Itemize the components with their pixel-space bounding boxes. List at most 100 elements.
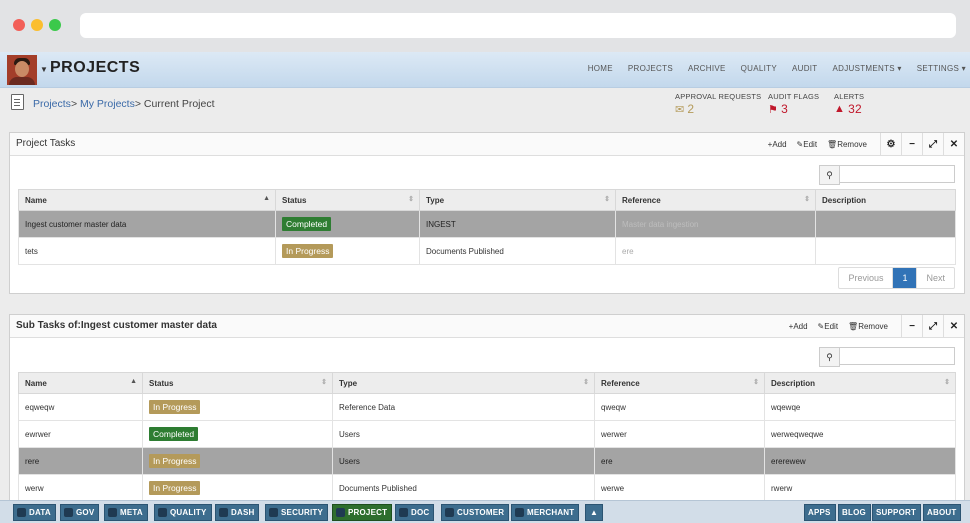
avatar[interactable] — [7, 55, 37, 85]
cell-type: Users — [332, 420, 595, 448]
nav-settings[interactable]: SETTINGS ▾ — [917, 64, 966, 73]
taskbar-doc-button[interactable]: DOC — [395, 504, 435, 521]
table-search: ⚲ — [819, 165, 955, 185]
column-header-description[interactable]: Description — [815, 189, 956, 211]
column-header-type[interactable]: Type ⇕ — [419, 189, 616, 211]
column-header-name[interactable]: Name ▲ — [18, 189, 276, 211]
edit-button[interactable]: ✎Edit — [792, 140, 823, 149]
column-header-description[interactable]: Description ⇕ — [764, 372, 956, 394]
status-badge: Completed — [149, 427, 199, 441]
chevron-down-icon[interactable]: ▼ — [40, 65, 48, 74]
alerts-stat[interactable]: ALERTS ▲ 32 — [834, 92, 864, 116]
status-badge: Completed — [282, 217, 332, 231]
table-row[interactable]: Ingest customer master data Completed IN… — [18, 210, 956, 238]
taskbar-merchant-button[interactable]: MERCHANT — [511, 504, 580, 521]
minimize-icon[interactable]: − — [901, 133, 922, 155]
cell-reference: ere — [615, 237, 816, 265]
column-header-reference[interactable]: Reference ⇕ — [594, 372, 765, 394]
maximize-window-dot[interactable] — [49, 19, 61, 31]
column-header-type[interactable]: Type ⇕ — [332, 372, 595, 394]
status-badge: In Progress — [149, 481, 201, 495]
column-header-status[interactable]: Status ⇕ — [275, 189, 420, 211]
table-row[interactable]: werw In Progress Documents Published wer… — [18, 474, 956, 502]
status-badge: In Progress — [149, 454, 201, 468]
status-badge: In Progress — [149, 400, 201, 414]
cell-name: rere — [18, 447, 143, 475]
search-icon[interactable]: ⚲ — [819, 165, 840, 185]
remove-button[interactable]: 🗑Remove — [822, 140, 872, 149]
table-search: ⚲ — [819, 347, 955, 367]
alerts-count: 32 — [848, 102, 862, 116]
table-row[interactable]: tets In Progress Documents Published ere — [18, 237, 956, 265]
table-header-row: Name ▲ Status ⇕ Type ⇕ Reference ⇕ Descripti… — [18, 372, 956, 394]
remove-button[interactable]: 🗑Remove — [843, 322, 893, 331]
add-button[interactable]: +Add — [763, 140, 792, 149]
search-input[interactable] — [840, 165, 955, 183]
info-icon — [108, 508, 117, 517]
bottom-taskbar: DATA GOV META QUALITY DASH SECURITY PROJ… — [0, 500, 970, 523]
panel-toolbar: +Add ✎Edit 🗑Remove ⚙ − ⤢ ✕ — [763, 133, 964, 155]
nav-quality[interactable]: QUALITY — [741, 64, 777, 73]
pagination: Previous 1 Next — [838, 267, 955, 289]
nav-home[interactable]: HOME — [588, 64, 613, 73]
cell-reference: werwer — [594, 420, 765, 448]
taskbar-customer-button[interactable]: CUSTOMER — [441, 504, 510, 521]
taskbar-project-button[interactable]: PROJECT — [332, 504, 393, 521]
taskbar-blog-button[interactable]: BLOG — [838, 504, 871, 521]
shield-icon — [269, 508, 278, 517]
taskbar-gov-button[interactable]: GOV — [60, 504, 100, 521]
taskbar-support-button[interactable]: SUPPORT — [872, 504, 922, 521]
cell-status: Completed — [142, 420, 333, 448]
nav-adjustments[interactable]: ADJUSTMENTS ▾ — [832, 64, 901, 73]
column-header-reference[interactable]: Reference ⇕ — [615, 189, 816, 211]
column-header-status[interactable]: Status ⇕ — [142, 372, 333, 394]
taskbar-about-button[interactable]: ABOUT — [923, 504, 962, 521]
page-1-button[interactable]: 1 — [892, 268, 917, 288]
minimize-window-dot[interactable] — [31, 19, 43, 31]
taskbar-security-button[interactable]: SECURITY — [265, 504, 329, 521]
previous-page-button[interactable]: Previous — [839, 268, 892, 288]
close-icon[interactable]: ✕ — [943, 133, 964, 155]
table-row[interactable]: eqweqw In Progress Reference Data qweqw … — [18, 393, 956, 421]
close-window-dot[interactable] — [13, 19, 25, 31]
edit-button[interactable]: ✎Edit — [813, 322, 844, 331]
shield-icon — [515, 508, 524, 517]
expand-icon[interactable]: ⤢ — [922, 315, 943, 337]
taskbar-quality-button[interactable]: QUALITY — [154, 504, 212, 521]
address-bar[interactable] — [80, 13, 956, 38]
add-button[interactable]: +Add — [784, 322, 813, 331]
taskbar-apps-button[interactable]: APPS — [804, 504, 836, 521]
next-page-button[interactable]: Next — [916, 268, 954, 288]
column-header-name[interactable]: Name ▲ — [18, 372, 143, 394]
nav-archive[interactable]: ARCHIVE — [688, 64, 726, 73]
breadcrumb: Projects> My Projects> Current Project — [33, 98, 215, 110]
cell-name: tets — [18, 237, 276, 265]
expand-icon[interactable]: ⤢ — [922, 133, 943, 155]
search-input[interactable] — [840, 347, 955, 365]
taskbar-dash-button[interactable]: DASH — [215, 504, 260, 521]
search-icon[interactable]: ⚲ — [819, 347, 840, 367]
nav-audit[interactable]: AUDIT — [792, 64, 818, 73]
audit-flags-stat[interactable]: AUDIT FLAGS ⚑ 3 — [768, 92, 819, 116]
taskbar-data-button[interactable]: DATA — [13, 504, 56, 521]
top-navigation: HOME PROJECTS ARCHIVE QUALITY AUDIT ADJU… — [573, 64, 966, 73]
nav-projects[interactable]: PROJECTS — [628, 64, 673, 73]
panel-header: Project Tasks +Add ✎Edit 🗑Remove ⚙ − ⤢ ✕ — [10, 133, 964, 156]
gear-icon[interactable]: ⚙ — [880, 133, 901, 155]
table-row[interactable]: rere In Progress Users ere ererewew — [18, 447, 956, 475]
table-row[interactable]: ewrwer Completed Users werwer werweqweqw… — [18, 420, 956, 448]
minimize-icon[interactable]: − — [901, 315, 922, 337]
cell-type: Documents Published — [419, 237, 616, 265]
cell-description — [815, 237, 956, 265]
panel-header: Sub Tasks of:Ingest customer master data… — [10, 315, 964, 338]
taskbar-expand-button[interactable]: ▲ — [585, 504, 604, 521]
breadcrumb-my-projects[interactable]: My Projects — [80, 98, 135, 110]
cell-type: Users — [332, 447, 595, 475]
taskbar-meta-button[interactable]: META — [104, 504, 148, 521]
cell-reference: werwe — [594, 474, 765, 502]
cell-type: Reference Data — [332, 393, 595, 421]
approval-requests-stat[interactable]: APPROVAL REQUESTS ✉ 2 — [675, 92, 761, 116]
close-icon[interactable]: ✕ — [943, 315, 964, 337]
dashboard-icon — [219, 508, 228, 517]
breadcrumb-projects[interactable]: Projects — [33, 98, 71, 110]
